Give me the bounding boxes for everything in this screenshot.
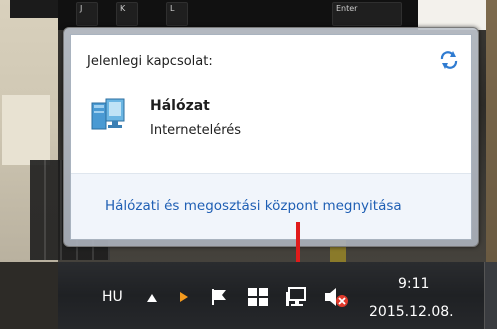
clock-date[interactable]: 2015.12.08. [369, 304, 454, 320]
orange-arrow-icon[interactable] [180, 292, 188, 302]
clock-time[interactable]: 9:11 [398, 276, 429, 292]
network-tray-icon[interactable] [286, 286, 308, 308]
action-center-flag-icon[interactable] [210, 288, 228, 306]
show-hidden-icons-arrow-icon[interactable] [147, 294, 157, 302]
network-status: Internetelérés [150, 123, 242, 138]
network-computer-icon [91, 98, 125, 130]
key-enter: Enter [332, 2, 402, 26]
key-k: K [116, 2, 138, 26]
network-connection-popup: Jelenlegi kapcsolat: Hálózat Internetelé… [63, 27, 479, 247]
taskbar: HU 9:11 2015.12.08. [0, 262, 497, 329]
show-desktop-button[interactable] [484, 262, 497, 329]
key-l: L [166, 2, 188, 26]
open-network-sharing-center-link[interactable]: Hálózati és megosztási központ megnyitás… [105, 198, 402, 214]
network-name: Hálózat [150, 98, 210, 114]
volume-muted-icon[interactable] [325, 286, 349, 308]
refresh-icon[interactable] [439, 51, 459, 69]
background-keyboard-top-row: J K L Enter [58, 0, 418, 30]
current-connection-header: Jelenlegi kapcsolat: [87, 54, 213, 69]
key-j: J [76, 2, 98, 26]
windows-icon[interactable] [248, 288, 268, 306]
language-indicator[interactable]: HU [102, 289, 123, 305]
